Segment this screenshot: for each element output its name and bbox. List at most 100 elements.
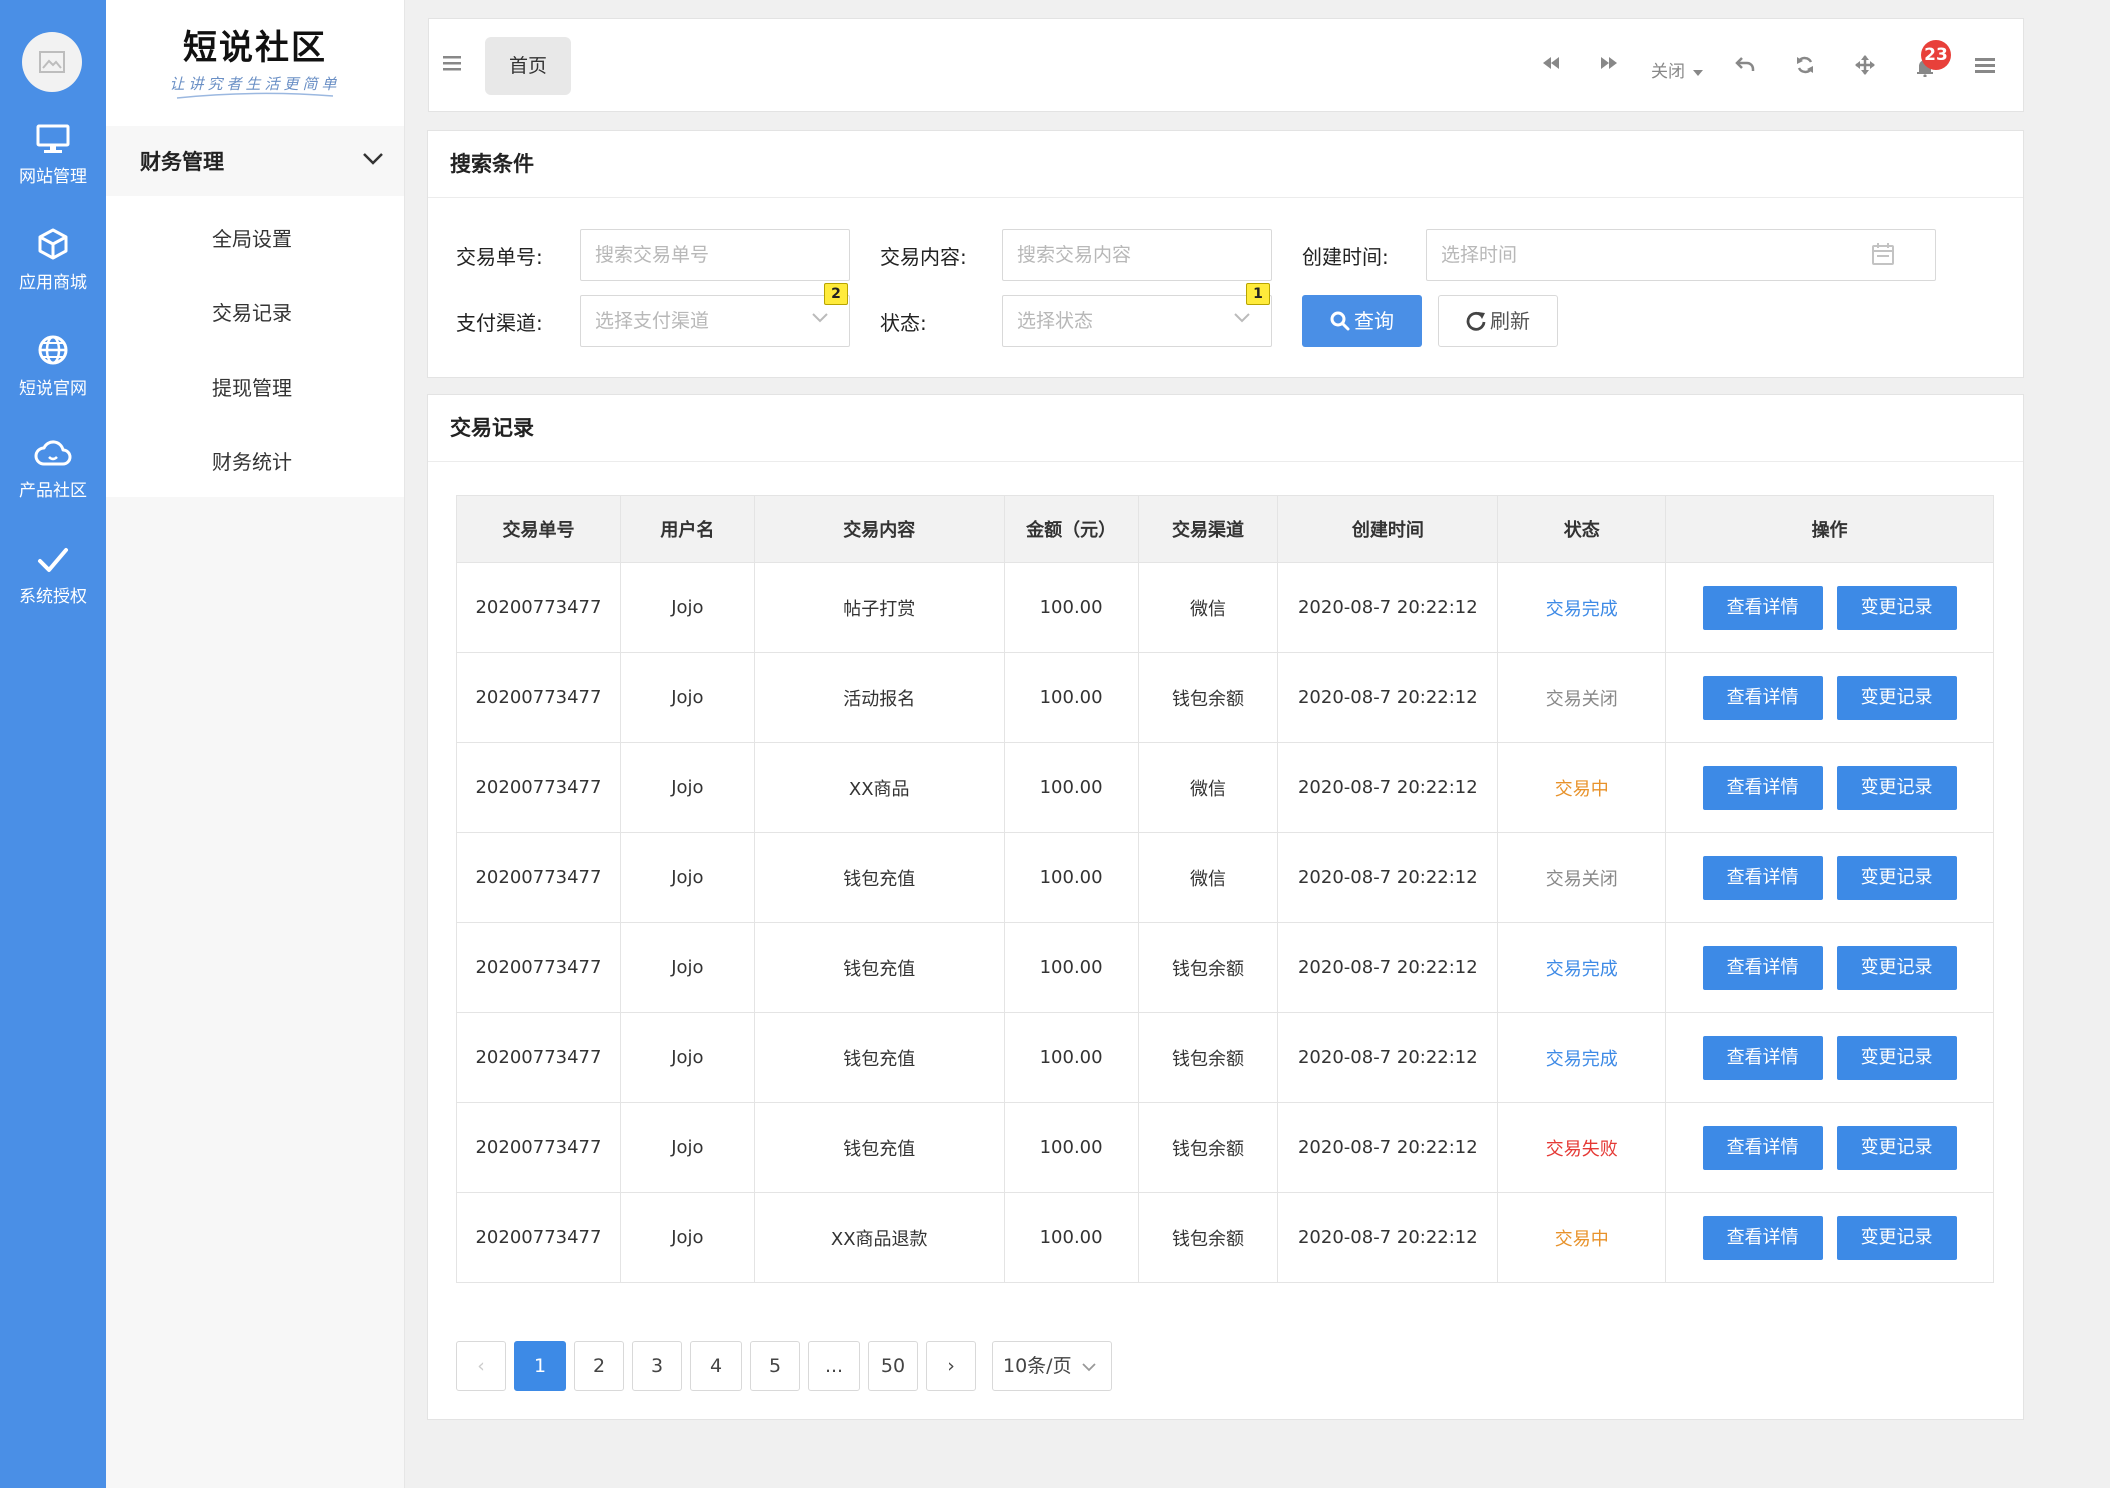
brand-slogan: 让讲究者生活更简单 — [169, 75, 341, 93]
sub-item-withdrawal-management[interactable]: 提现管理 — [212, 372, 292, 401]
cloud-icon — [34, 440, 72, 466]
page-button[interactable]: 50 — [868, 1341, 918, 1391]
refresh-icon[interactable] — [1795, 55, 1815, 75]
next-page-button[interactable]: › — [926, 1341, 976, 1391]
cell-order-no: 20200773477 — [456, 832, 621, 923]
cell-status: 交易完成 — [1497, 562, 1667, 653]
order-no-input[interactable]: 搜索交易单号 — [580, 229, 850, 281]
close-tabs-dropdown[interactable]: 关闭 — [1651, 57, 1704, 82]
status-select[interactable]: 选择状态 — [1002, 295, 1272, 347]
create-time-picker[interactable]: 选择时间 — [1426, 229, 1936, 281]
cell-channel: 钱包余额 — [1137, 1102, 1279, 1193]
page-button[interactable]: 5 — [750, 1341, 800, 1391]
change-log-button[interactable]: 变更记录 — [1836, 675, 1957, 720]
cell-actions: 查看详情 变更记录 — [1665, 1012, 1994, 1103]
rail-item-system-license[interactable]: 系统授权 — [0, 546, 106, 646]
view-detail-button[interactable]: 查看详情 — [1702, 1215, 1823, 1260]
rail-item-app-store[interactable]: 应用商城 — [0, 228, 106, 328]
view-detail-button[interactable]: 查看详情 — [1702, 765, 1823, 810]
avatar[interactable] — [22, 32, 82, 92]
cell-user: Jojo — [619, 1192, 755, 1283]
sub-item-global-settings[interactable]: 全局设置 — [212, 223, 292, 252]
change-log-button[interactable]: 变更记录 — [1836, 945, 1957, 990]
cell-channel: 钱包余额 — [1137, 1192, 1279, 1283]
cell-time: 2020-08-7 20:22:12 — [1277, 832, 1499, 923]
cell-time: 2020-08-7 20:22:12 — [1277, 742, 1499, 833]
column-header-status: 状态 — [1497, 495, 1667, 563]
rail-item-official-site[interactable]: 短说官网 — [0, 334, 106, 434]
list-settings-icon[interactable] — [1975, 57, 1995, 75]
cell-actions: 查看详情 变更记录 — [1665, 562, 1994, 653]
cell-actions: 查看详情 变更记录 — [1665, 652, 1994, 743]
change-log-button[interactable]: 变更记录 — [1836, 1125, 1957, 1170]
refresh-button[interactable]: 刷新 — [1438, 295, 1558, 347]
rewind-icon[interactable] — [1541, 55, 1561, 71]
page-button[interactable]: 2 — [574, 1341, 624, 1391]
cell-content: 钱包充值 — [753, 1102, 1005, 1193]
tab-home[interactable]: 首页 — [485, 37, 571, 95]
cell-content: XX商品 — [753, 742, 1005, 833]
channel-select[interactable]: 选择支付渠道 — [580, 295, 850, 347]
content-label: 交易内容: — [880, 245, 967, 269]
cell-content: 钱包充值 — [753, 832, 1005, 923]
cell-content: 钱包充值 — [753, 1012, 1005, 1103]
column-header-amount: 金额（元） — [1003, 495, 1139, 563]
content-input[interactable]: 搜索交易内容 — [1002, 229, 1272, 281]
move-icon[interactable] — [1855, 55, 1875, 75]
sub-item-transaction-records[interactable]: 交易记录 — [212, 297, 292, 326]
view-detail-button[interactable]: 查看详情 — [1702, 1035, 1823, 1080]
rail-item-site-management[interactable]: 网站管理 — [0, 124, 106, 224]
change-log-button[interactable]: 变更记录 — [1836, 1035, 1957, 1080]
submenu-empty-area — [106, 497, 404, 1488]
cell-status: 交易关闭 — [1497, 652, 1667, 743]
change-log-button[interactable]: 变更记录 — [1836, 765, 1957, 810]
fast-forward-icon[interactable] — [1599, 55, 1619, 71]
cell-status: 交易关闭 — [1497, 832, 1667, 923]
cell-channel: 钱包余额 — [1137, 1012, 1279, 1103]
cell-content: 钱包充值 — [753, 922, 1005, 1013]
change-log-button[interactable]: 变更记录 — [1836, 1215, 1957, 1260]
cell-order-no: 20200773477 — [456, 742, 621, 833]
cell-amount: 100.00 — [1003, 832, 1139, 923]
view-detail-button[interactable]: 查看详情 — [1702, 945, 1823, 990]
page-button[interactable]: 3 — [632, 1341, 682, 1391]
cell-amount: 100.00 — [1003, 922, 1139, 1013]
undo-icon[interactable] — [1735, 55, 1755, 73]
brand-name: 短说社区 — [183, 28, 327, 68]
query-button[interactable]: 查询 — [1302, 295, 1422, 347]
cell-actions: 查看详情 变更记录 — [1665, 1102, 1994, 1193]
calendar-icon — [1872, 243, 1894, 265]
cell-user: Jojo — [619, 742, 755, 833]
rail-item-label: 系统授权 — [19, 587, 87, 607]
view-detail-button[interactable]: 查看详情 — [1702, 675, 1823, 720]
change-log-button[interactable]: 变更记录 — [1836, 585, 1957, 630]
change-log-button[interactable]: 变更记录 — [1836, 855, 1957, 900]
sub-item-finance-statistics[interactable]: 财务统计 — [212, 446, 292, 475]
status-label: 状态: — [880, 311, 927, 335]
prev-page-button[interactable]: ‹ — [456, 1341, 506, 1391]
cell-user: Jojo — [619, 1012, 755, 1103]
table-row: 20200773477 Jojo 钱包充值 100.00 微信 2020-08-7 20:… — [456, 832, 1994, 923]
column-header-actions: 操作 — [1665, 495, 1994, 563]
chevron-down-icon — [812, 313, 828, 323]
create-time-placeholder: 选择时间 — [1441, 244, 1518, 266]
view-detail-button[interactable]: 查看详情 — [1702, 585, 1823, 630]
page-size-select[interactable]: 10条/页 — [992, 1341, 1112, 1391]
hamburger-menu-icon[interactable] — [443, 55, 461, 71]
search-icon — [1330, 311, 1350, 331]
page-button[interactable]: 4 — [690, 1341, 742, 1391]
page-button[interactable]: 1 — [514, 1341, 566, 1391]
menu-group-finance[interactable]: 财务管理 — [106, 126, 404, 196]
view-detail-button[interactable]: 查看详情 — [1702, 855, 1823, 900]
view-detail-button[interactable]: 查看详情 — [1702, 1125, 1823, 1170]
cell-time: 2020-08-7 20:22:12 — [1277, 1192, 1499, 1283]
cell-status: 交易失败 — [1497, 1102, 1667, 1193]
page-size-label: 10条/页 — [1003, 1355, 1072, 1377]
cell-channel: 钱包余额 — [1137, 922, 1279, 1013]
channel-placeholder: 选择支付渠道 — [595, 310, 710, 332]
table-row: 20200773477 Jojo XX商品退款 100.00 钱包余额 2020-08-7… — [456, 1192, 1994, 1283]
rail-item-product-community[interactable]: 产品社区 — [0, 438, 106, 538]
column-header-user: 用户名 — [619, 495, 755, 563]
globe-icon — [38, 335, 68, 365]
cell-time: 2020-08-7 20:22:12 — [1277, 1102, 1499, 1193]
